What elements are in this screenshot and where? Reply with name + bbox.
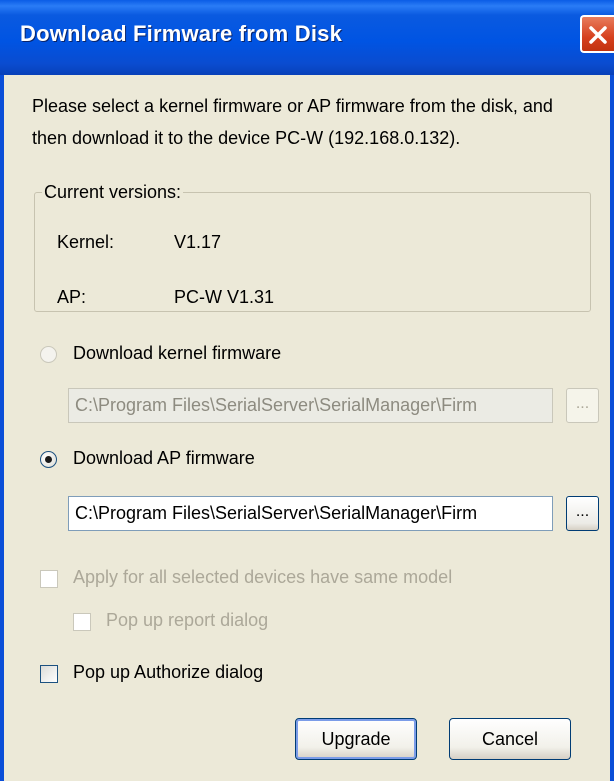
ap-version-value: PC-W V1.31 <box>174 287 275 307</box>
popup-authorize-label[interactable]: Pop up Authorize dialog <box>73 662 263 683</box>
apply-all-label[interactable]: Apply for all selected devices have same… <box>73 567 452 588</box>
popup-report-checkbox[interactable] <box>73 613 91 631</box>
dialog-content: Please select a kernel firmware or AP fi… <box>4 75 610 781</box>
ap-firmware-radio[interactable] <box>40 451 57 468</box>
dialog-window: Download Firmware from Disk Please selec… <box>0 0 614 781</box>
radio-selected-dot <box>45 456 52 463</box>
kernel-firmware-path-input[interactable]: C:\Program Files\SerialServer\SerialMana… <box>68 388 553 423</box>
current-versions-legend: Current versions: <box>42 182 184 203</box>
upgrade-button[interactable]: Upgrade <box>295 718 417 760</box>
cancel-button[interactable]: Cancel <box>449 718 571 760</box>
apply-all-checkbox[interactable] <box>40 570 58 588</box>
dialog-title: Download Firmware from Disk <box>20 21 343 46</box>
description-text: Please select a kernel firmware or AP fi… <box>32 96 553 148</box>
close-button[interactable] <box>580 15 614 53</box>
kernel-version-value: V1.17 <box>174 232 222 252</box>
title-bar[interactable]: Download Firmware from Disk <box>0 0 614 75</box>
close-icon <box>589 26 607 44</box>
kernel-browse-button[interactable]: ... <box>566 388 599 423</box>
popup-report-label[interactable]: Pop up report dialog <box>106 610 268 631</box>
current-versions-group <box>34 192 591 312</box>
ap-version-label: AP: <box>57 287 87 307</box>
kernel-firmware-radio[interactable] <box>40 346 57 363</box>
kernel-firmware-label[interactable]: Download kernel firmware <box>73 343 281 364</box>
popup-authorize-checkbox[interactable] <box>40 665 58 683</box>
ap-firmware-path-input[interactable]: C:\Program Files\SerialServer\SerialMana… <box>68 496 553 531</box>
ap-firmware-label[interactable]: Download AP firmware <box>73 448 255 469</box>
kernel-version-label: Kernel: <box>57 232 115 252</box>
ap-browse-button[interactable]: ... <box>566 496 599 531</box>
